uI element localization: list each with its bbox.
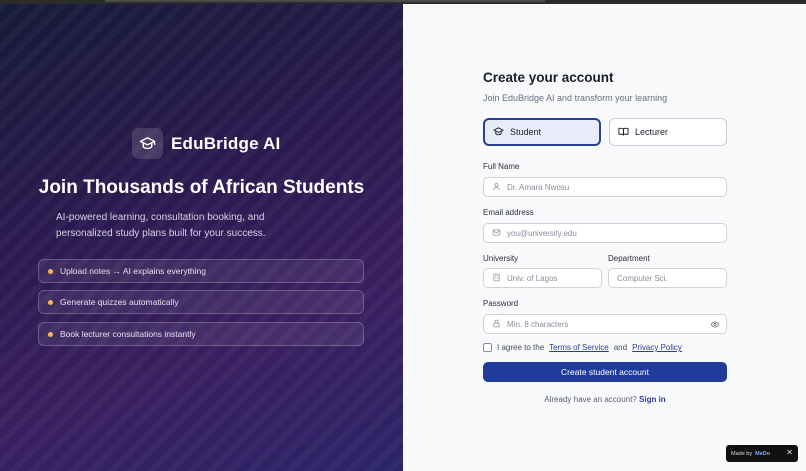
form-subtitle: Join EduBridge AI and transform your lea… — [483, 93, 668, 103]
email-placeholder: you@university.edu — [507, 228, 577, 238]
feature-text: Generate quizzes automatically — [60, 297, 179, 307]
lock-icon — [492, 319, 501, 330]
close-icon[interactable]: ✕ — [786, 448, 793, 457]
medo-logo: MeDo — [755, 450, 771, 457]
department-placeholder: Computer Sci. — [617, 273, 668, 283]
create-account-button[interactable]: Create student account — [483, 362, 727, 382]
full-name-label: Full Name — [483, 162, 520, 171]
university-placeholder: Univ. of Lagos — [507, 273, 558, 283]
full-name-placeholder: Dr. Amara Nwosu — [507, 182, 570, 192]
scroll-thumb[interactable] — [105, 0, 545, 2]
department-label: Department — [608, 254, 650, 263]
bullet-dot-icon — [48, 299, 53, 305]
role-student-button[interactable]: Student — [483, 118, 601, 146]
feature-item: Upload notes → AI explains everything — [38, 259, 364, 283]
terms-prefix: I agree to the — [497, 343, 545, 352]
password-field[interactable]: Min. 8 characters — [483, 314, 727, 334]
hero-panel: EduBridge AI Join Thousands of African S… — [0, 4, 403, 471]
hero-subtitle: AI-powered learning, consultation bookin… — [56, 212, 266, 239]
email-field[interactable]: you@university.edu — [483, 223, 727, 243]
privacy-policy-link[interactable]: Privacy Policy — [632, 343, 682, 352]
role-student-label: Student — [510, 127, 542, 137]
feature-item: Book lecturer consultations instantly — [38, 322, 364, 346]
user-icon — [492, 182, 501, 193]
role-lecturer-button[interactable]: Lecturer — [609, 118, 727, 146]
signup-panel: Create your account Join EduBridge AI an… — [403, 4, 806, 471]
brand-name: EduBridge AI — [171, 133, 281, 153]
password-label: Password — [483, 299, 519, 308]
bullet-dot-icon — [48, 268, 53, 274]
full-name-field[interactable]: Dr. Amara Nwosu — [483, 177, 727, 197]
university-label: University — [483, 254, 519, 263]
department-field[interactable]: Computer Sci. — [608, 268, 727, 288]
terms-of-service-link[interactable]: Terms of Service — [549, 343, 609, 352]
sign-in-link[interactable]: Sign in — [639, 395, 666, 404]
graduation-cap-icon — [493, 126, 504, 139]
book-open-icon — [618, 126, 629, 139]
terms-row: I agree to the Terms of Service and Priv… — [483, 343, 682, 352]
made-by-badge[interactable]: Made by MeDo ✕ — [726, 445, 798, 462]
bullet-dot-icon — [48, 331, 53, 337]
role-lecturer-label: Lecturer — [635, 127, 669, 137]
terms-and: and — [613, 343, 628, 352]
hero-title: Join Thousands of African Students — [38, 177, 365, 198]
form-title: Create your account — [483, 70, 614, 85]
terms-checkbox[interactable] — [483, 343, 492, 352]
signin-row: Already have an account? Sign in — [483, 395, 727, 404]
feature-text: Upload notes → AI explains everything — [60, 266, 207, 276]
feature-text: Book lecturer consultations instantly — [60, 329, 196, 339]
email-label: Email address — [483, 208, 534, 217]
signin-prompt: Already have an account? — [544, 395, 637, 404]
eye-icon[interactable] — [710, 320, 720, 331]
mail-icon — [492, 228, 501, 239]
made-by-prefix: Made by — [731, 450, 753, 457]
password-placeholder: Min. 8 characters — [507, 319, 569, 329]
brand: EduBridge AI — [132, 128, 280, 159]
graduation-cap-icon — [132, 128, 163, 159]
university-field[interactable]: Univ. of Lagos — [483, 268, 602, 288]
feature-item: Generate quizzes automatically — [38, 290, 364, 314]
building-icon — [492, 273, 501, 284]
